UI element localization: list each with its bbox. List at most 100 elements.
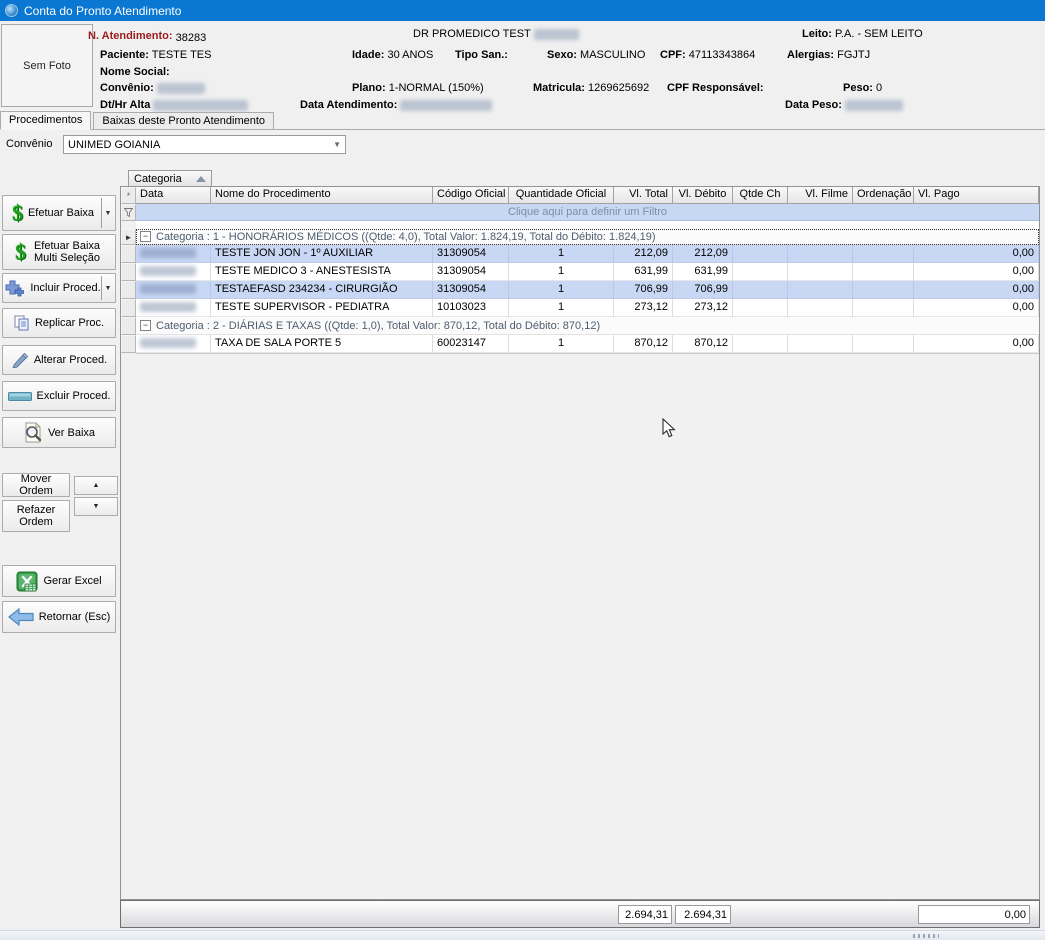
- chevron-down-icon[interactable]: ▼: [333, 140, 341, 149]
- cell-vl-pago: 0,00: [914, 299, 1039, 317]
- footer-total-vl-pago: 0,00: [918, 905, 1030, 924]
- cell-codigo: 31309054: [433, 263, 509, 281]
- cell-vl-pago: 0,00: [914, 245, 1039, 263]
- cell-vl-filme: [788, 335, 853, 353]
- move-down-button[interactable]: ▼: [74, 497, 118, 516]
- refazer-ordem-button[interactable]: Refazer Ordem: [2, 500, 70, 532]
- cell-qtd: 1: [509, 263, 614, 281]
- redacted-data-peso: [845, 100, 903, 111]
- table-row[interactable]: TESTAEFASD 234234 - CIRURGIÃO 31309054 1…: [136, 281, 1039, 299]
- gerar-excel-button[interactable]: Gerar Excel: [2, 565, 116, 597]
- cell-qtde-ch: [733, 299, 788, 317]
- cell-vl-debito: 870,12: [673, 335, 733, 353]
- window-bottom-edge: [0, 930, 1045, 940]
- efetuar-baixa-button[interactable]: $ Efetuar Baixa ▼: [2, 195, 116, 231]
- redacted-data-atendimento: [400, 100, 492, 111]
- current-row-arrow-icon: ►: [121, 229, 136, 245]
- cell-nome: TESTE JON JON - 1º AUXILIAR: [211, 245, 433, 263]
- cell-vl-pago: 0,00: [914, 263, 1039, 281]
- redacted-date: [140, 338, 196, 348]
- photo-placeholder: Sem Foto: [1, 24, 93, 107]
- cell-data: [136, 281, 211, 299]
- cell-vl-total: 870,12: [614, 335, 673, 353]
- excluir-proced-button[interactable]: Excluir Proced.: [2, 381, 116, 411]
- idade-field: Idade: 30 ANOS: [352, 49, 433, 61]
- col-quantidade[interactable]: Quantidade Oficial: [509, 187, 614, 204]
- table-row[interactable]: TESTE JON JON - 1º AUXILIAR 31309054 1 2…: [136, 245, 1039, 263]
- cell-data: [136, 335, 211, 353]
- table-row[interactable]: TAXA DE SALA PORTE 5 60023147 1 870,12 8…: [136, 335, 1039, 353]
- col-data[interactable]: Data: [136, 187, 211, 204]
- cell-vl-debito: 631,99: [673, 263, 733, 281]
- redacted-doctor-suffix: [534, 29, 579, 40]
- ver-baixa-button[interactable]: Ver Baixa: [2, 417, 116, 448]
- convenio-dropdown[interactable]: UNIMED GOIANIA ▼: [63, 135, 346, 154]
- cell-qtd: 1: [509, 281, 614, 299]
- convenio-label: Convênio: [6, 138, 52, 150]
- cell-vl-debito: 706,99: [673, 281, 733, 299]
- cell-vl-total: 212,09: [614, 245, 673, 263]
- col-qtde-ch[interactable]: Qtde Ch: [733, 187, 788, 204]
- table-row[interactable]: TESTE SUPERVISOR - PEDIATRA 10103023 1 2…: [136, 299, 1039, 317]
- cell-nome: TESTAEFASD 234234 - CIRURGIÃO: [211, 281, 433, 299]
- filter-row[interactable]: Clique aqui para definir um Filtro: [136, 204, 1039, 221]
- table-row[interactable]: TESTE MEDICO 3 - ANESTESISTA 31309054 1 …: [136, 263, 1039, 281]
- cell-vl-filme: [788, 245, 853, 263]
- cell-vl-filme: [788, 263, 853, 281]
- grid-footer: 2.694,31 2.694,31 0,00: [120, 900, 1040, 928]
- cell-nome: TESTE SUPERVISOR - PEDIATRA: [211, 299, 433, 317]
- col-vl-filme[interactable]: Vl. Filme: [788, 187, 853, 204]
- cell-qtde-ch: [733, 263, 788, 281]
- cell-vl-total: 273,12: [614, 299, 673, 317]
- redacted-convenio: [157, 83, 205, 94]
- sexo-field: Sexo: MASCULINO: [547, 49, 645, 61]
- column-header-row: Data Nome do Procedimento Código Oficial…: [136, 187, 1039, 204]
- cell-vl-debito: 212,09: [673, 245, 733, 263]
- procedures-grid: Categoria * ► Data Nome do Procedimento …: [120, 162, 1040, 928]
- mover-ordem-button[interactable]: Mover Ordem: [2, 473, 70, 497]
- col-codigo[interactable]: Código Oficial: [433, 187, 509, 204]
- alterar-proced-button[interactable]: Alterar Proced.: [2, 345, 116, 375]
- cell-vl-filme: [788, 299, 853, 317]
- atendimento-field: N. Atendimento: 38283: [88, 30, 206, 42]
- replicar-proc-button[interactable]: Replicar Proc.: [2, 308, 116, 338]
- collapse-icon[interactable]: −: [140, 320, 151, 331]
- data-atendimento-field: Data Atendimento:: [300, 99, 492, 111]
- cell-ordenacao: [853, 263, 914, 281]
- excel-icon: [16, 571, 38, 592]
- cell-vl-pago: 0,00: [914, 281, 1039, 299]
- group-by-categoria[interactable]: Categoria: [128, 170, 212, 187]
- move-up-button[interactable]: ▲: [74, 476, 118, 495]
- cell-ordenacao: [853, 281, 914, 299]
- patient-header: Sem Foto DR PROMEDICO TEST Leito: P.A. -…: [0, 21, 1045, 110]
- col-vl-debito[interactable]: Vl. Débito: [673, 187, 733, 204]
- col-vl-pago[interactable]: Vl. Pago: [914, 187, 1039, 204]
- resize-grip[interactable]: [913, 934, 939, 938]
- efetuar-baixa-dropdown-arrow[interactable]: ▼: [101, 198, 114, 228]
- tab-baixas[interactable]: Baixas deste Pronto Atendimento: [93, 112, 274, 129]
- cell-vl-total: 631,99: [614, 263, 673, 281]
- group-row-categoria-2[interactable]: − Categoria : 2 - DIÁRIAS E TAXAS ((Qtde…: [136, 317, 1039, 335]
- cell-nome: TAXA DE SALA PORTE 5: [211, 335, 433, 353]
- arrow-up-icon: ▲: [93, 482, 100, 489]
- col-ordenacao[interactable]: Ordenação: [853, 187, 914, 204]
- col-vl-total[interactable]: Vl. Total: [614, 187, 673, 204]
- cell-ordenacao: [853, 299, 914, 317]
- back-arrow-icon: [8, 608, 34, 626]
- collapse-icon[interactable]: −: [140, 231, 151, 242]
- tab-procedimentos[interactable]: Procedimentos: [0, 111, 91, 130]
- col-nome[interactable]: Nome do Procedimento: [211, 187, 433, 204]
- efetuar-baixa-multi-button[interactable]: $ Efetuar Baixa Multi Seleção: [2, 234, 116, 270]
- retornar-button[interactable]: Retornar (Esc): [2, 601, 116, 633]
- incluir-proced-button[interactable]: Incluir Proced. ▼: [2, 273, 116, 303]
- cell-data: [136, 299, 211, 317]
- cell-qtd: 1: [509, 299, 614, 317]
- grid-main: * ► Data Nome do Procedimento Código Ofi…: [120, 186, 1040, 900]
- incluir-proced-dropdown-arrow[interactable]: ▼: [101, 276, 114, 300]
- group-row-categoria-1[interactable]: − Categoria : 1 - HONORÁRIOS MÉDICOS ((Q…: [136, 229, 1039, 245]
- tab-strip: Procedimentos Baixas deste Pronto Atendi…: [0, 111, 1045, 130]
- cell-qtd: 1: [509, 245, 614, 263]
- peso-field: Peso: 0: [843, 82, 882, 94]
- cpf-responsavel-field: CPF Responsável:: [667, 82, 764, 94]
- cell-codigo: 31309054: [433, 281, 509, 299]
